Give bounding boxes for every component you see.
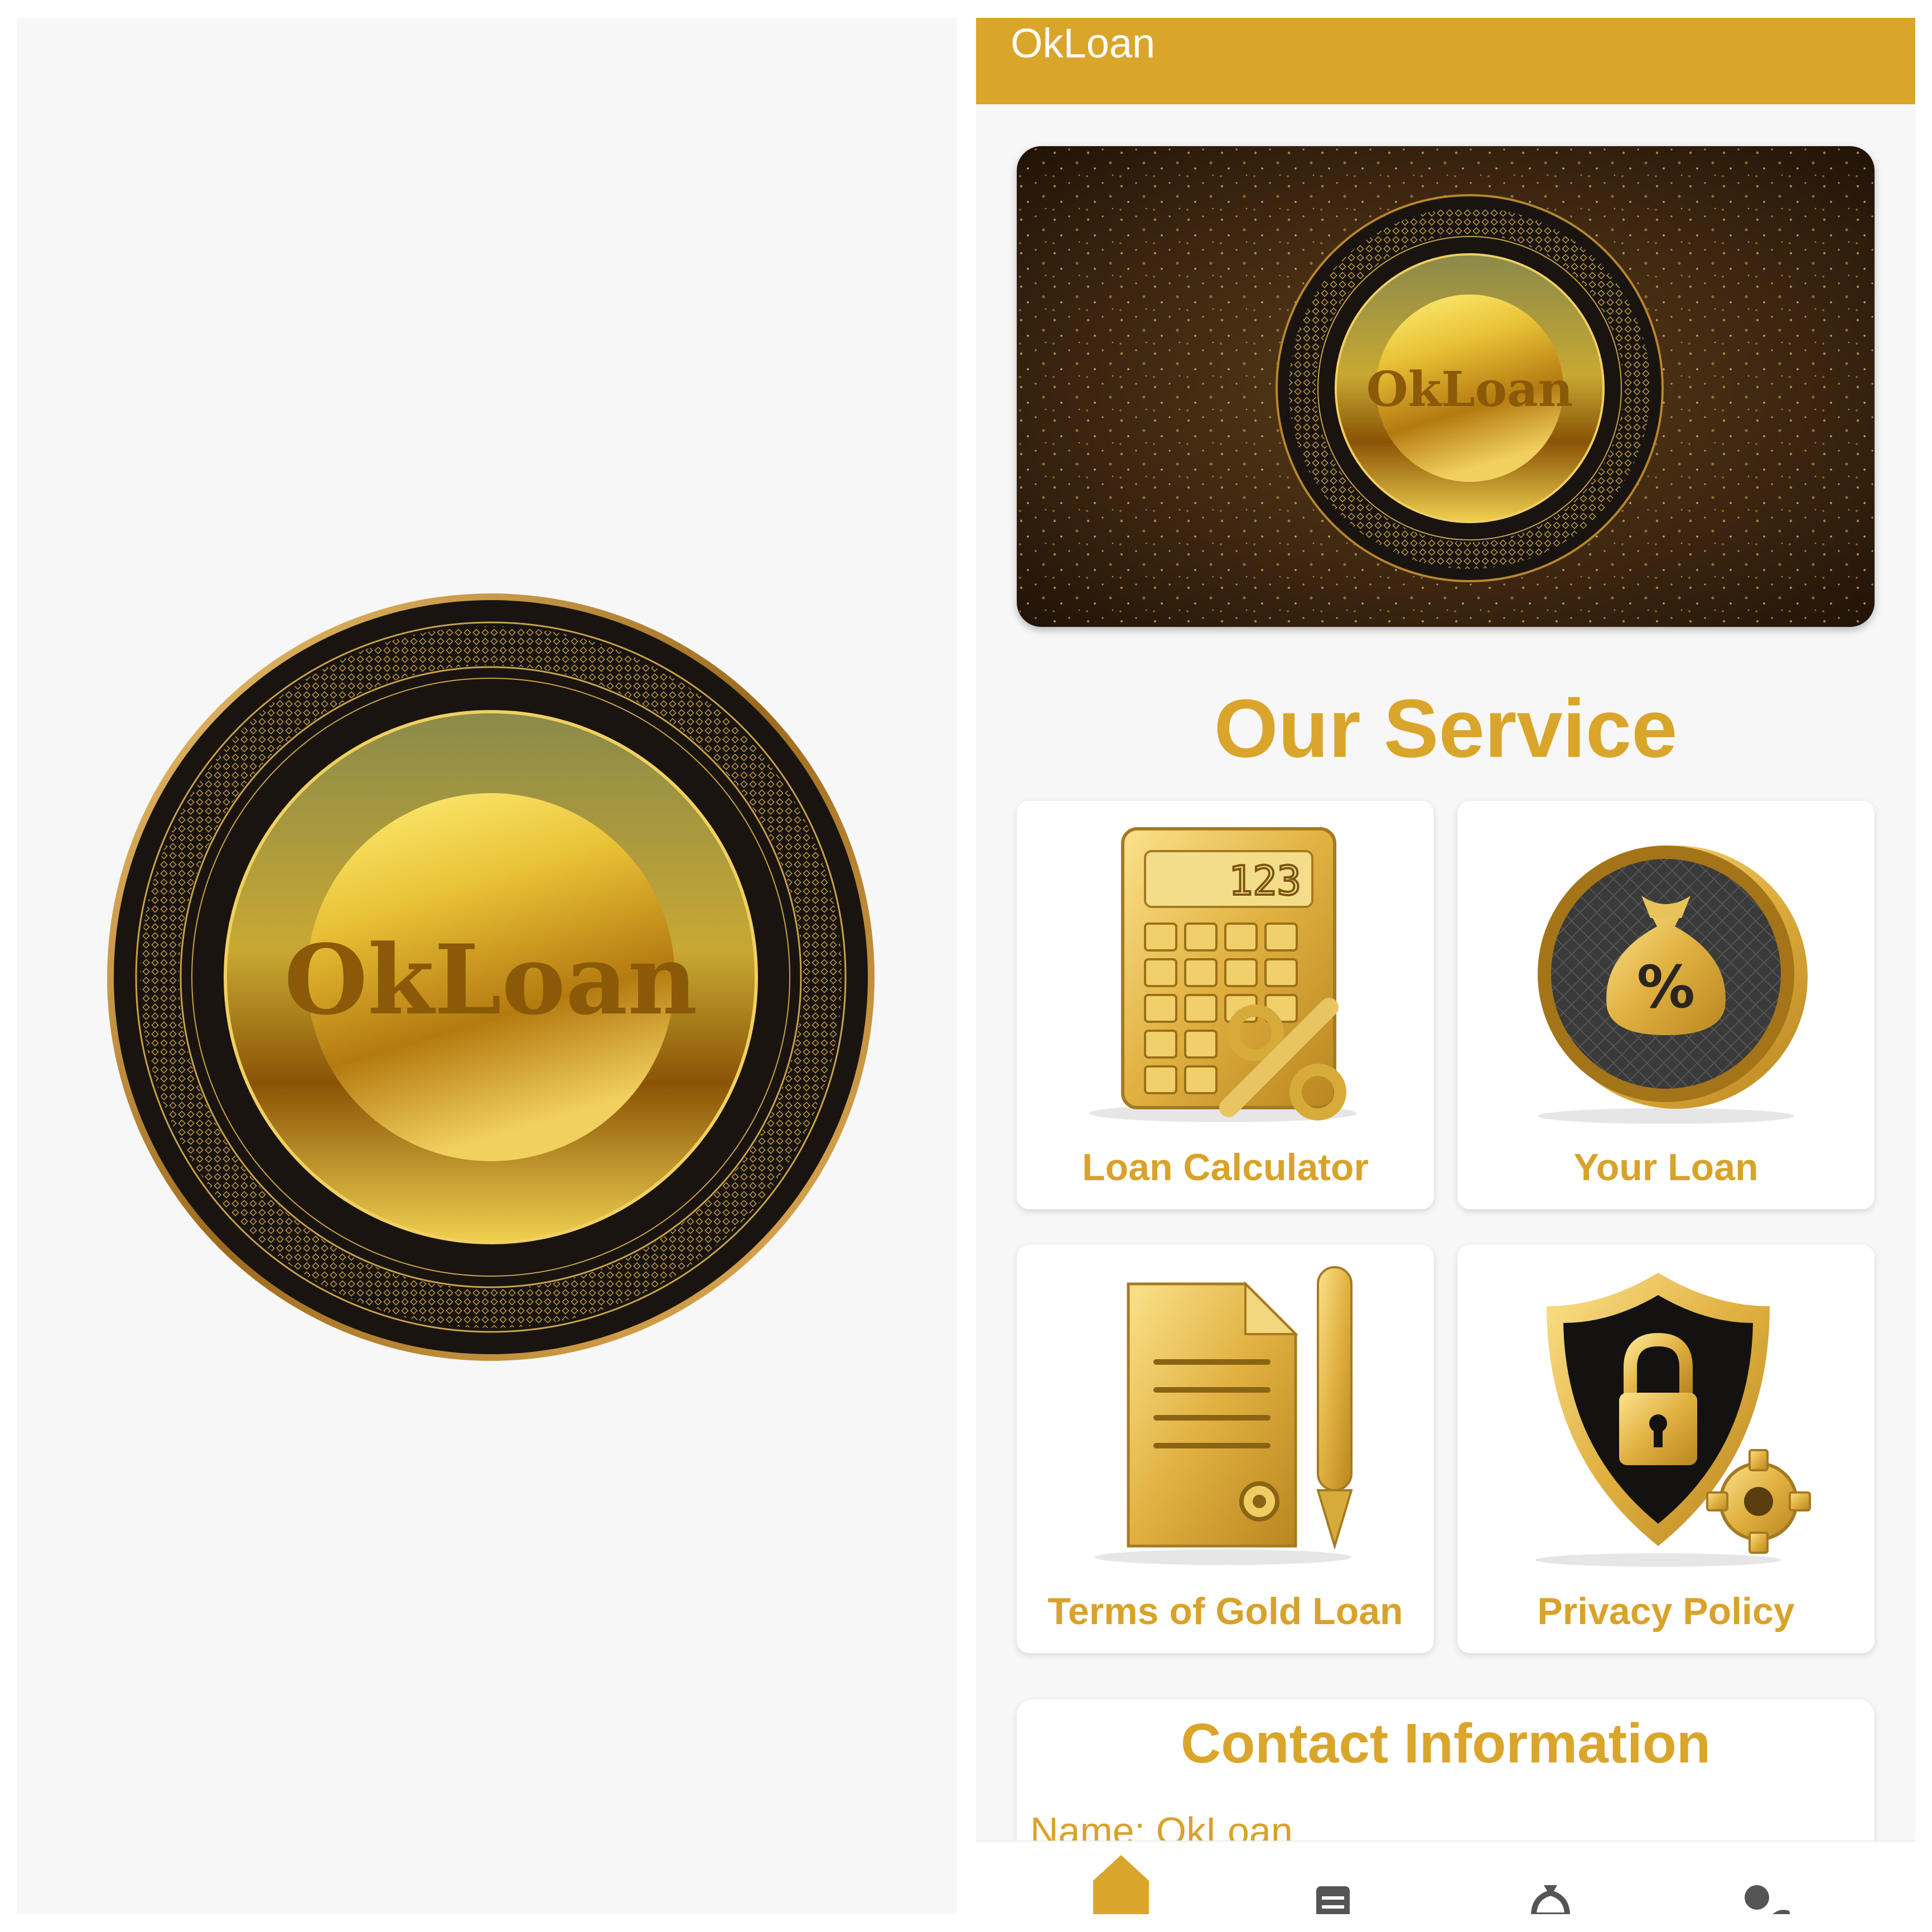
service-label: Terms of Gold Loan [1047,1590,1403,1632]
section-title: Our Service [1214,683,1678,775]
service-card-privacy-policy[interactable]: Privacy Policy [1457,1245,1875,1653]
service-card-your-loan[interactable]: % Your Loan [1457,801,1875,1209]
document-icon [1095,1266,1353,1565]
service-label: Your Loan [1573,1146,1759,1189]
list-icon [1316,1886,1350,1914]
service-label: Privacy Policy [1537,1590,1795,1632]
banner-logo-text: OkLoan [1366,361,1573,418]
bottom-navigation [976,1841,1915,1914]
splash-screen: OkLoan [17,18,957,1914]
service-label: Loan Calculator [1082,1146,1369,1189]
loan-icon [1531,1885,1570,1914]
app-title: OkLoan [1011,20,1156,66]
banner-coin-logo: OkLoan [1276,194,1664,582]
calculator-icon: 123 [1089,827,1357,1122]
hero-banner: OkLoan [1017,146,1875,627]
calculator-display: 123 [1229,857,1301,904]
money-bag-icon: % [1538,846,1808,1124]
nav-list[interactable] [1294,1842,1372,1914]
profile-icon [1745,1885,1790,1914]
okloan-coin-logo: OkLoan [107,593,875,1361]
service-card-terms[interactable]: Terms of Gold Loan [1017,1245,1434,1653]
bag-percent-text: % [1637,953,1695,1021]
nav-profile[interactable] [1723,1842,1801,1914]
home-icon [1093,1855,1149,1914]
contact-title: Contact Information [1181,1712,1711,1775]
home-screen: OkLoan OkLoan Our Service 123 Loan Calcu… [976,18,1915,1914]
service-card-loan-calculator[interactable]: 123 Loan Calculator [1017,801,1434,1209]
nav-loan[interactable] [1511,1842,1590,1914]
shield-lock-icon [1535,1273,1811,1567]
splash-logo-text: OkLoan [284,923,697,1036]
nav-home[interactable] [1082,1842,1160,1914]
app-bar: OkLoan [976,18,1915,104]
